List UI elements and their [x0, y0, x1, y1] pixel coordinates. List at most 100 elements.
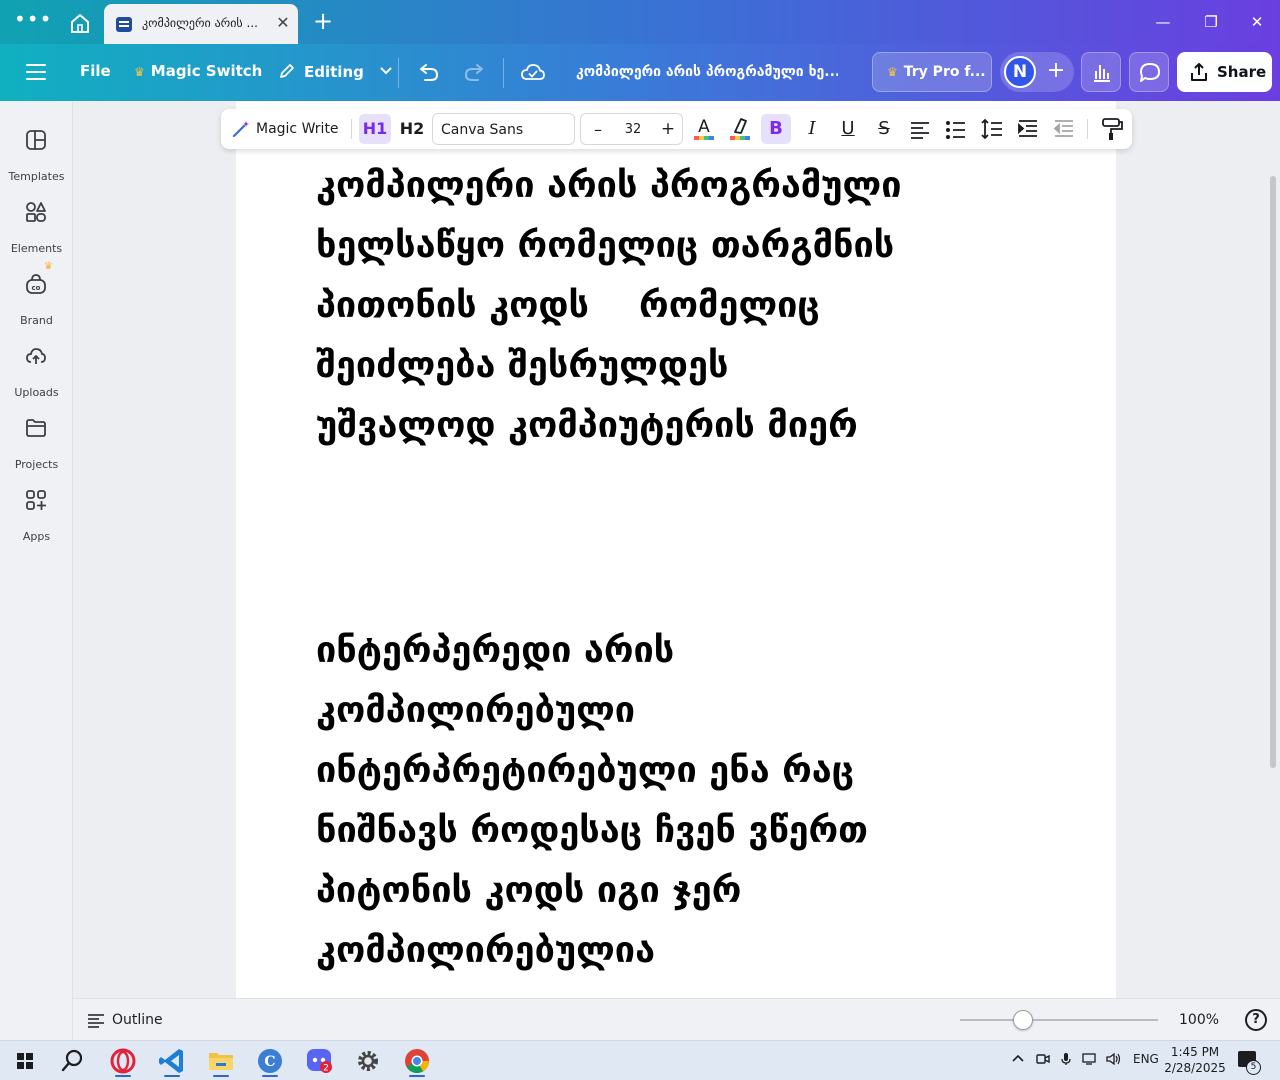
strikethrough-button[interactable]: S: [869, 114, 899, 144]
editor-footer: Outline 100% ?: [73, 998, 1280, 1040]
zoom-slider-track[interactable]: [960, 1019, 1158, 1021]
settings-icon[interactable]: [349, 1045, 387, 1077]
vertical-scrollbar[interactable]: [1270, 176, 1276, 768]
chevron-up-icon[interactable]: [1011, 1052, 1025, 1069]
opera-icon[interactable]: [104, 1045, 142, 1077]
bold-button[interactable]: B: [761, 114, 791, 144]
outline-button[interactable]: Outline: [112, 1012, 163, 1028]
share-button[interactable]: Share: [1177, 52, 1272, 92]
network-icon[interactable]: [1082, 1052, 1098, 1069]
avatar[interactable]: N: [1004, 56, 1036, 88]
running-indicator: [164, 1075, 180, 1077]
document-title[interactable]: კომპილერი არის პროგრამული ხე...: [576, 64, 838, 80]
magic-wand-icon: [232, 121, 249, 138]
comment-icon: [1140, 63, 1160, 82]
svg-text:C: C: [264, 1054, 275, 1070]
insights-button[interactable]: [1081, 52, 1121, 92]
sidebar-item-apps[interactable]: Apps: [0, 475, 73, 543]
outdent-icon[interactable]: [1051, 115, 1077, 143]
heading-2-button[interactable]: H2: [397, 114, 427, 144]
bar-chart-icon: [1094, 65, 1110, 82]
toolbar-divider: [1087, 119, 1088, 139]
window-minimize-button[interactable]: —: [1148, 10, 1178, 34]
sidebar-item-label: Apps: [22, 530, 51, 543]
clock-date: 2/28/2025: [1164, 1061, 1226, 1075]
new-tab-button[interactable]: +: [310, 8, 336, 36]
discord-badge: 2: [323, 1064, 329, 1074]
elements-icon: [26, 202, 46, 222]
text-color-button[interactable]: A: [691, 115, 717, 143]
home-icon[interactable]: [66, 10, 94, 36]
add-collaborator-icon[interactable]: +: [1042, 56, 1070, 88]
italic-button[interactable]: I: [797, 114, 827, 144]
magic-write-label[interactable]: Magic Write: [256, 121, 339, 137]
heading-1-button[interactable]: H1: [359, 114, 391, 144]
editing-mode-dropdown[interactable]: Editing: [278, 62, 393, 81]
align-left-icon[interactable]: [907, 115, 933, 143]
comments-button[interactable]: [1129, 52, 1169, 92]
text-line: პითონის კოდს რომელიც: [316, 285, 820, 326]
header-divider: [398, 58, 399, 88]
underline-button[interactable]: U: [833, 114, 863, 144]
help-icon[interactable]: ?: [1245, 1009, 1267, 1031]
font-family-select[interactable]: Canva Sans: [432, 113, 575, 145]
bulleted-list-icon[interactable]: [943, 115, 969, 143]
font-size-input[interactable]: 32: [619, 122, 647, 137]
sidebar-item-uploads[interactable]: Uploads: [0, 331, 73, 399]
sidebar-item-elements[interactable]: Elements: [0, 187, 73, 255]
vscode-icon[interactable]: [153, 1045, 191, 1077]
running-indicator: [115, 1075, 131, 1077]
meet-now-icon[interactable]: [1036, 1052, 1050, 1069]
undo-icon[interactable]: [413, 58, 443, 88]
paragraph-1[interactable]: კომპილერი არის პროგრამული ხელსაწყო რომელ…: [316, 156, 902, 456]
microphone-icon[interactable]: [1059, 1052, 1073, 1069]
canva-icon[interactable]: C: [251, 1045, 289, 1077]
highlight-color-button[interactable]: [727, 115, 753, 143]
window-maximize-button[interactable]: ❐: [1196, 10, 1226, 34]
discord-icon[interactable]: 2: [300, 1045, 338, 1077]
language-indicator[interactable]: ENG: [1133, 1052, 1159, 1066]
paint-roller-icon[interactable]: [1099, 115, 1125, 143]
text-line: ინტერპერედი არის: [316, 630, 675, 671]
zoom-slider-handle[interactable]: [1013, 1010, 1034, 1030]
sidebar-item-label: Projects: [14, 458, 59, 471]
line-spacing-icon[interactable]: [979, 115, 1005, 143]
sidebar-item-brand[interactable]: co Brand: [0, 259, 73, 327]
search-icon[interactable]: [53, 1045, 91, 1077]
header-divider: [503, 58, 504, 88]
indent-icon[interactable]: [1015, 115, 1041, 143]
cloud-saved-icon[interactable]: [518, 58, 548, 88]
sidebar-item-templates[interactable]: Templates: [0, 115, 73, 183]
try-pro-button[interactable]: ♛ Try Pro f...: [872, 52, 992, 92]
text-line: კომპილერი არის პროგრამული: [316, 165, 902, 206]
collaborators: N +: [1000, 52, 1074, 92]
file-menu[interactable]: File: [80, 62, 111, 80]
crown-icon: ♛: [887, 65, 898, 79]
projects-icon: [26, 419, 46, 437]
outline-icon[interactable]: [87, 1013, 105, 1029]
browser-menu-icon[interactable]: •••: [14, 9, 51, 34]
try-pro-label: Try Pro f...: [903, 64, 986, 80]
chrome-icon[interactable]: [398, 1045, 436, 1077]
apps-icon: [26, 490, 46, 510]
editing-label: Editing: [304, 63, 364, 81]
document-page[interactable]: კომპილერი არის პროგრამული ხელსაწყო რომელ…: [236, 101, 1116, 998]
taskbar-clock[interactable]: 1:45 PM 2/28/2025: [1160, 1044, 1230, 1076]
decrease-font-size-button[interactable]: –: [587, 120, 609, 139]
volume-icon[interactable]: [1105, 1052, 1121, 1069]
file-explorer-icon[interactable]: [202, 1045, 240, 1077]
side-panel: Templates Elements ♛ co Brand Uploads Pr…: [0, 101, 73, 1040]
start-icon[interactable]: [6, 1045, 44, 1077]
running-indicator: [262, 1075, 278, 1077]
redo-icon[interactable]: [460, 58, 490, 88]
tab-close-icon[interactable]: ✕: [274, 13, 292, 33]
paragraph-2[interactable]: ინტერპერედი არის კომპილირებული ინტერპრეტ…: [316, 621, 868, 981]
zoom-level[interactable]: 100%: [1179, 1012, 1219, 1028]
increase-font-size-button[interactable]: +: [657, 119, 679, 139]
main-menu-icon[interactable]: [26, 64, 46, 80]
sidebar-item-projects[interactable]: Projects: [0, 403, 73, 471]
browser-tab-active[interactable]: კომპილერი არის ... ✕: [104, 4, 298, 44]
font-size-stepper[interactable]: – 32 +: [580, 113, 683, 145]
magic-switch-button[interactable]: ♛ Magic Switch: [134, 62, 262, 80]
window-close-button[interactable]: ✕: [1242, 10, 1272, 34]
